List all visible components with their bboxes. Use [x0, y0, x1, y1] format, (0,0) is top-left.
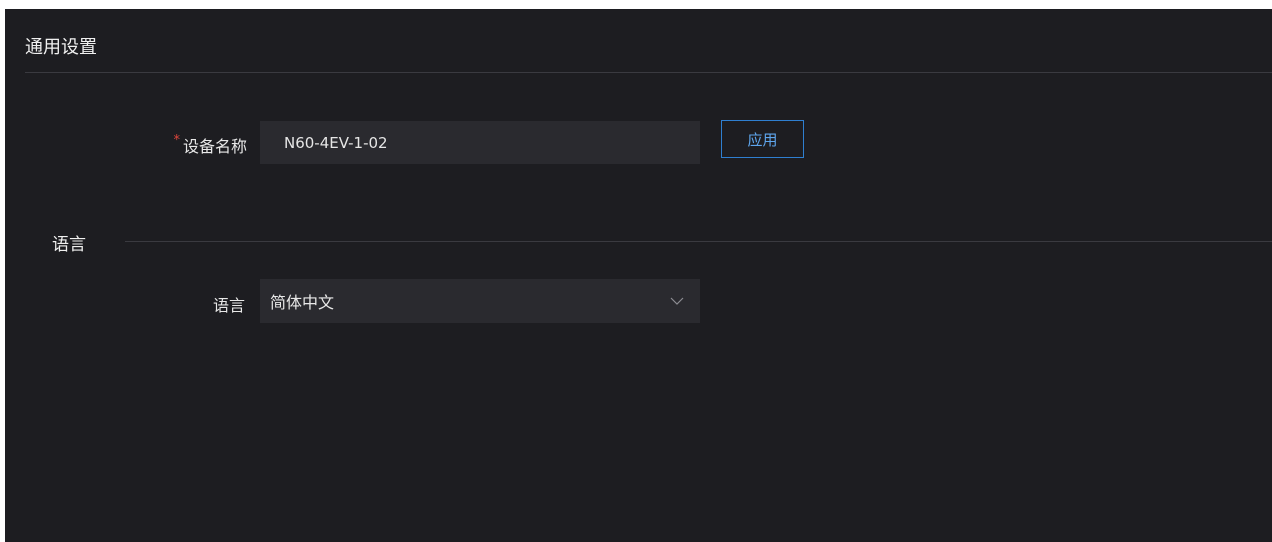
device-name-input[interactable] — [260, 121, 700, 164]
device-name-label: 设备名称 — [182, 137, 247, 156]
general-settings-panel: 通用设置 *设备名称 应用 语言 语言 简体中文 — [5, 9, 1272, 542]
chevron-down-icon — [668, 292, 686, 310]
language-selected-value: 简体中文 — [270, 293, 335, 312]
title-divider — [25, 72, 1272, 73]
device-name-label-group: * 设备名称 — [127, 133, 247, 157]
language-section-title: 语言 — [52, 235, 86, 255]
language-select[interactable]: 简体中文 — [260, 279, 700, 323]
language-section-divider — [125, 241, 1272, 242]
apply-button[interactable]: 应用 — [721, 120, 804, 158]
language-label: 语言 — [212, 296, 245, 315]
required-mark: * — [173, 133, 180, 148]
page-title: 通用设置 — [25, 37, 97, 58]
